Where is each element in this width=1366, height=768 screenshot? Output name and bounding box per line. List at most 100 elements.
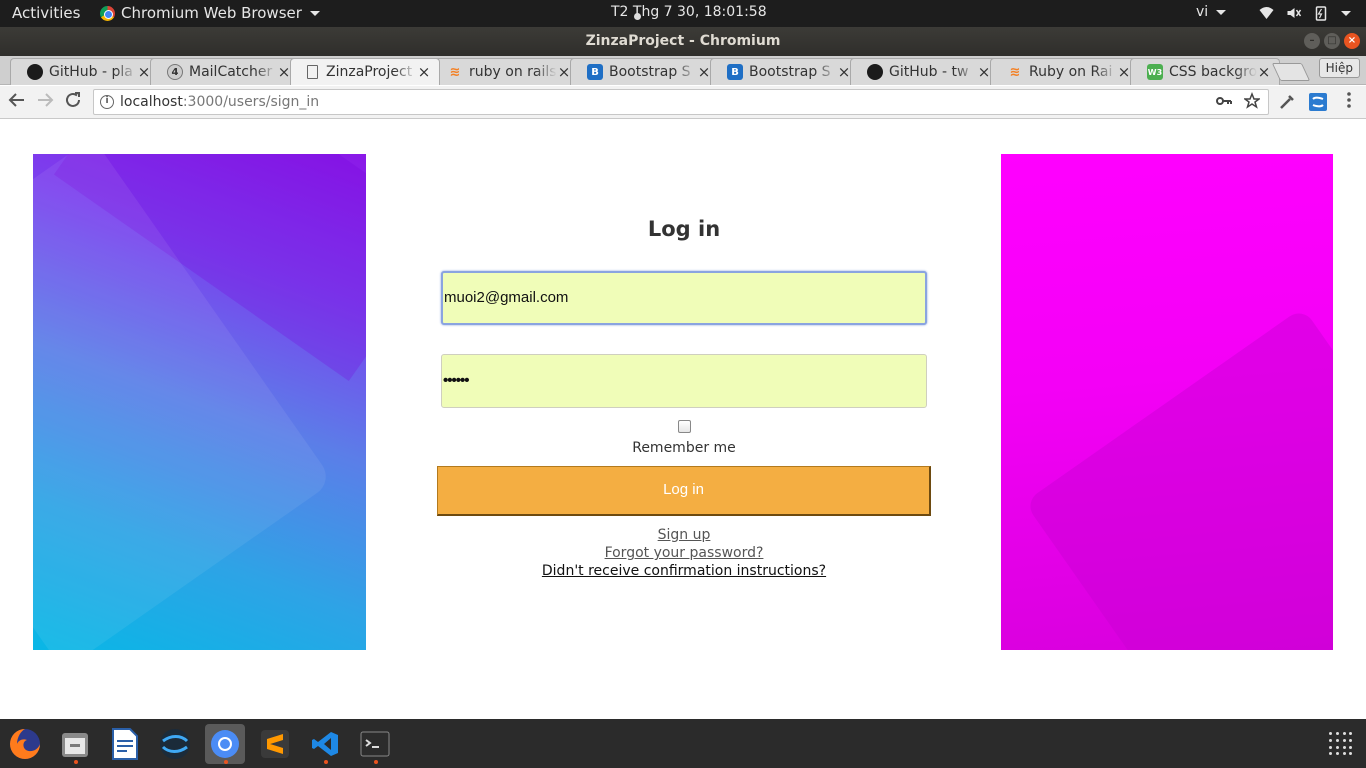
close-icon[interactable]: × bbox=[837, 63, 851, 81]
tab-strip: GitHub - pla × 4 MailCatcher × ZinzaProj… bbox=[0, 56, 1366, 85]
running-indicator bbox=[74, 760, 78, 764]
star-icon[interactable] bbox=[1244, 90, 1260, 112]
forgot-password-link[interactable]: Forgot your password? bbox=[437, 545, 931, 561]
tab-css-background[interactable]: W3 CSS backgro × bbox=[1130, 58, 1280, 85]
decorative-shape bbox=[1024, 307, 1333, 650]
arrow-right-icon bbox=[38, 93, 54, 107]
tab-label: ZinzaProject bbox=[326, 64, 413, 80]
github-icon bbox=[867, 64, 883, 80]
notification-dot-icon bbox=[634, 13, 641, 20]
tab-label: GitHub - tw bbox=[889, 64, 969, 80]
github-icon bbox=[27, 64, 43, 80]
dock-firefox[interactable] bbox=[5, 724, 45, 764]
close-icon[interactable]: × bbox=[557, 63, 571, 81]
app-icon bbox=[160, 729, 190, 759]
key-icon[interactable] bbox=[1216, 90, 1232, 112]
close-icon[interactable]: × bbox=[1257, 63, 1271, 81]
sign-up-link[interactable]: Sign up bbox=[437, 527, 931, 543]
tab-label: Bootstrap S bbox=[749, 64, 831, 80]
tab-ruby-on-rails[interactable]: ≋ ruby on rails × bbox=[430, 58, 580, 85]
tab-label: Ruby on Rai bbox=[1029, 64, 1113, 80]
extension-icon[interactable] bbox=[1308, 92, 1328, 112]
language-label: vi bbox=[1196, 4, 1209, 20]
forward-button[interactable] bbox=[34, 91, 56, 113]
close-icon[interactable]: × bbox=[697, 63, 711, 81]
gnome-top-bar: Activities Chromium Web Browser T2 Thg 7… bbox=[0, 0, 1366, 27]
eyedropper-icon[interactable] bbox=[1277, 92, 1297, 112]
tab-ruby-on-rai[interactable]: ≋ Ruby on Rai × bbox=[990, 58, 1140, 85]
browser-toolbar: i localhost:3000/users/sign_in bbox=[0, 86, 1366, 119]
dock-sublime[interactable] bbox=[255, 724, 295, 764]
close-icon[interactable]: × bbox=[137, 63, 151, 81]
dock-app[interactable] bbox=[155, 724, 195, 764]
password-field[interactable]: •••••• bbox=[441, 354, 927, 408]
omnibox-actions bbox=[1216, 90, 1260, 112]
tab-label: MailCatcher bbox=[189, 64, 273, 80]
left-gradient-panel bbox=[33, 154, 366, 650]
url-host: localhost bbox=[120, 94, 183, 110]
reload-button[interactable] bbox=[62, 91, 84, 113]
tab-zinzaproject[interactable]: ZinzaProject × bbox=[290, 58, 440, 85]
window-controls: – □ × bbox=[1304, 33, 1360, 49]
show-applications-icon[interactable] bbox=[1329, 732, 1353, 756]
close-icon[interactable]: × bbox=[1117, 63, 1131, 81]
activities-button[interactable]: Activities bbox=[12, 4, 80, 22]
dock-chromium[interactable] bbox=[205, 724, 245, 764]
chromium-icon bbox=[211, 730, 239, 758]
chromium-icon bbox=[100, 5, 115, 21]
language-indicator[interactable]: vi bbox=[1196, 4, 1227, 20]
arrow-left-icon bbox=[8, 93, 24, 107]
ubuntu-dock bbox=[0, 719, 1366, 768]
tab-label: GitHub - pla bbox=[49, 64, 133, 80]
dock-vscode[interactable] bbox=[305, 724, 345, 764]
maximize-button[interactable]: □ bbox=[1324, 33, 1340, 49]
remember-me-checkbox[interactable] bbox=[678, 420, 691, 433]
writer-icon bbox=[112, 728, 138, 760]
running-indicator bbox=[224, 760, 228, 764]
profile-button[interactable]: Hiệp bbox=[1318, 58, 1360, 78]
dock-files[interactable] bbox=[55, 724, 95, 764]
bootstrap-icon: B bbox=[587, 64, 603, 80]
tab-mailcatcher[interactable]: 4 MailCatcher × bbox=[150, 58, 300, 85]
chevron-down-icon bbox=[1341, 10, 1351, 16]
confirmation-instructions-link[interactable]: Didn't receive confirmation instructions… bbox=[437, 563, 931, 579]
remember-me-label: Remember me bbox=[632, 440, 736, 456]
running-indicator bbox=[374, 760, 378, 764]
close-window-button[interactable]: × bbox=[1344, 33, 1360, 49]
tab-bootstrap-1[interactable]: B Bootstrap S × bbox=[570, 58, 720, 85]
tab-bootstrap-2[interactable]: B Bootstrap S × bbox=[710, 58, 860, 85]
volume-icon bbox=[1287, 8, 1302, 18]
dock-terminal[interactable] bbox=[355, 724, 395, 764]
bootstrap-icon: B bbox=[727, 64, 743, 80]
close-icon[interactable]: × bbox=[977, 63, 991, 81]
page-title: Log in bbox=[647, 217, 721, 241]
clock[interactable]: T2 Thg 7 30, 18:01:58 bbox=[611, 4, 767, 20]
stackoverflow-icon: ≋ bbox=[449, 64, 461, 80]
close-icon[interactable]: × bbox=[277, 63, 291, 81]
app-menu-label: Chromium Web Browser bbox=[121, 4, 302, 22]
reload-icon bbox=[66, 92, 80, 107]
app-menu[interactable]: Chromium Web Browser bbox=[100, 4, 320, 22]
back-button[interactable] bbox=[6, 91, 28, 113]
firefox-icon bbox=[10, 729, 40, 759]
system-tray[interactable] bbox=[1258, 5, 1351, 21]
menu-button[interactable] bbox=[1338, 91, 1360, 113]
wifi-icon bbox=[1259, 7, 1274, 19]
address-bar[interactable]: i localhost:3000/users/sign_in bbox=[93, 89, 1269, 115]
sublime-icon bbox=[261, 730, 289, 758]
info-icon[interactable]: i bbox=[100, 95, 114, 109]
tab-github-pla[interactable]: GitHub - pla × bbox=[10, 58, 160, 85]
minimize-button[interactable]: – bbox=[1304, 33, 1320, 49]
tab-label: Bootstrap S bbox=[609, 64, 691, 80]
email-field[interactable]: muoi2@gmail.com bbox=[441, 271, 927, 325]
battery-icon bbox=[1315, 6, 1327, 21]
terminal-icon bbox=[360, 731, 390, 757]
running-indicator bbox=[324, 760, 328, 764]
window-title-bar: ZinzaProject - Chromium – □ × bbox=[0, 27, 1366, 56]
dock-writer[interactable] bbox=[105, 724, 145, 764]
document-icon bbox=[307, 65, 318, 79]
close-icon[interactable]: × bbox=[417, 63, 431, 81]
tab-label: ruby on rails bbox=[469, 64, 557, 80]
login-button[interactable]: Log in bbox=[437, 466, 931, 516]
tab-github-tw[interactable]: GitHub - tw × bbox=[850, 58, 1000, 85]
